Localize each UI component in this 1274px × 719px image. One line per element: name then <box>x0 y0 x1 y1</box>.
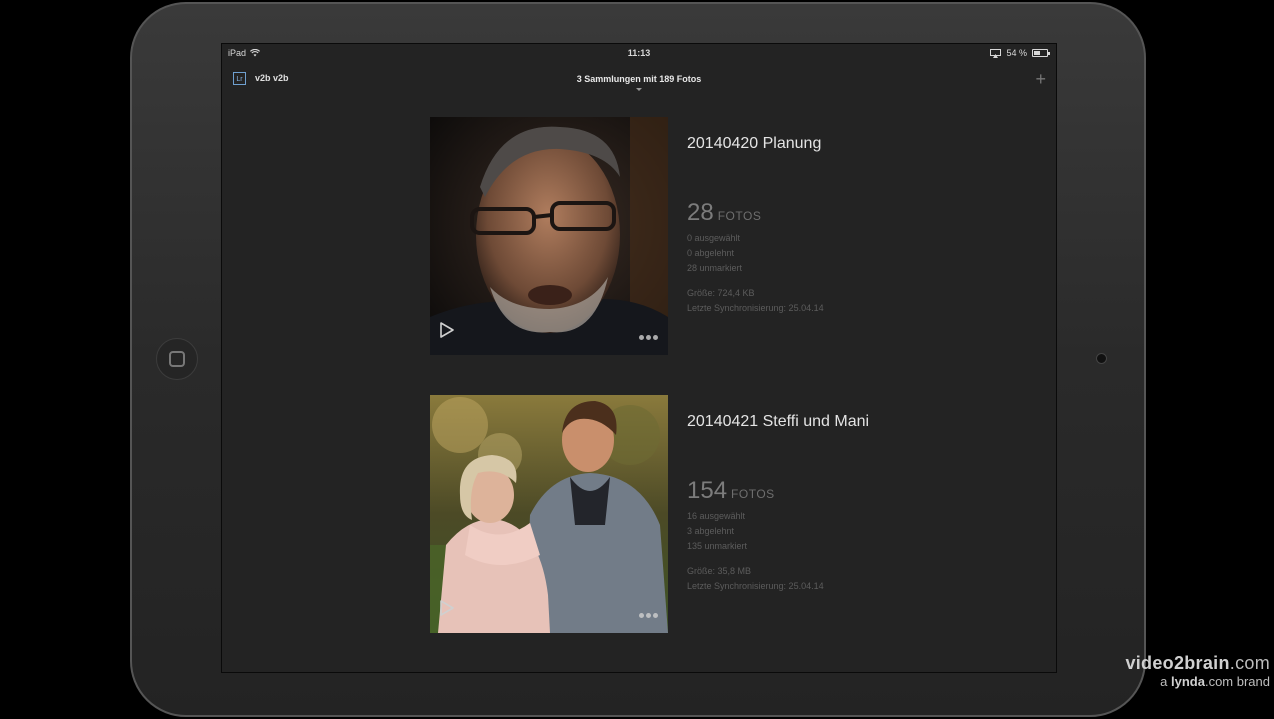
ipad-screen: iPad 11:13 54 % Lr v2b v2b 3 Sammlungen … <box>221 43 1057 673</box>
selected-count: 16 ausgewählt <box>687 511 746 521</box>
unmarked-count: 135 unmarkiert <box>687 541 748 551</box>
last-sync: Letzte Synchronisierung: 25.04.14 <box>687 303 824 313</box>
status-bar: iPad 11:13 54 % <box>222 44 1056 64</box>
collection-size: Größe: 724,4 KB <box>687 288 755 298</box>
more-icon[interactable] <box>639 613 658 618</box>
couple-photo <box>430 395 668 633</box>
collection-item[interactable]: 20140420 Planung 28 FOTOS 0 ausgewählt 0 … <box>430 117 990 357</box>
airplay-icon <box>990 48 1002 58</box>
clock: 11:13 <box>627 48 651 58</box>
chevron-down-icon[interactable] <box>636 88 642 91</box>
play-icon[interactable] <box>440 322 454 343</box>
video2brain-watermark: video2brain.com a lynda.com brand <box>1125 653 1270 689</box>
battery-icon <box>1032 49 1050 57</box>
watermark-brand: video2brain.com <box>1125 653 1270 673</box>
collection-thumbnail[interactable] <box>430 395 668 633</box>
collection-title: 20140421 Steffi und Mani <box>687 413 870 430</box>
portrait-photo <box>430 117 668 355</box>
add-collection-button[interactable]: + <box>1035 70 1046 88</box>
photo-count-number: 154 <box>687 477 728 504</box>
collection-title: 20140420 Planung <box>687 135 822 152</box>
home-button[interactable] <box>156 338 198 380</box>
collection-item[interactable]: 20140421 Steffi und Mani 154 FOTOS 16 aus… <box>430 395 990 635</box>
photo-count: 154 FOTOS <box>687 477 775 505</box>
collection-thumbnail[interactable] <box>430 117 668 355</box>
collections-title[interactable]: 3 Sammlungen mit 189 Fotos <box>222 74 1056 84</box>
front-camera <box>1096 353 1107 364</box>
rejected-count: 3 abgelehnt <box>687 526 735 536</box>
photo-count-label: FOTOS <box>731 487 775 501</box>
photo-count-label: FOTOS <box>717 209 762 223</box>
nav-bar: Lr v2b v2b 3 Sammlungen mit 189 Fotos + <box>222 66 1056 96</box>
rejected-count: 0 abgelehnt <box>687 248 735 258</box>
play-icon[interactable] <box>440 600 454 621</box>
collection-size: Größe: 35,8 MB <box>687 566 752 576</box>
battery-percent: 54 % <box>1006 48 1027 58</box>
home-button-icon <box>169 351 185 367</box>
watermark-tagline: a lynda.com brand <box>1160 674 1270 689</box>
unmarked-count: 28 unmarkiert <box>687 263 743 273</box>
more-icon[interactable] <box>639 335 658 340</box>
last-sync: Letzte Synchronisierung: 25.04.14 <box>687 581 824 591</box>
photo-count: 28 FOTOS <box>687 199 761 227</box>
selected-count: 0 ausgewählt <box>687 233 741 243</box>
photo-count-number: 28 <box>687 199 714 226</box>
